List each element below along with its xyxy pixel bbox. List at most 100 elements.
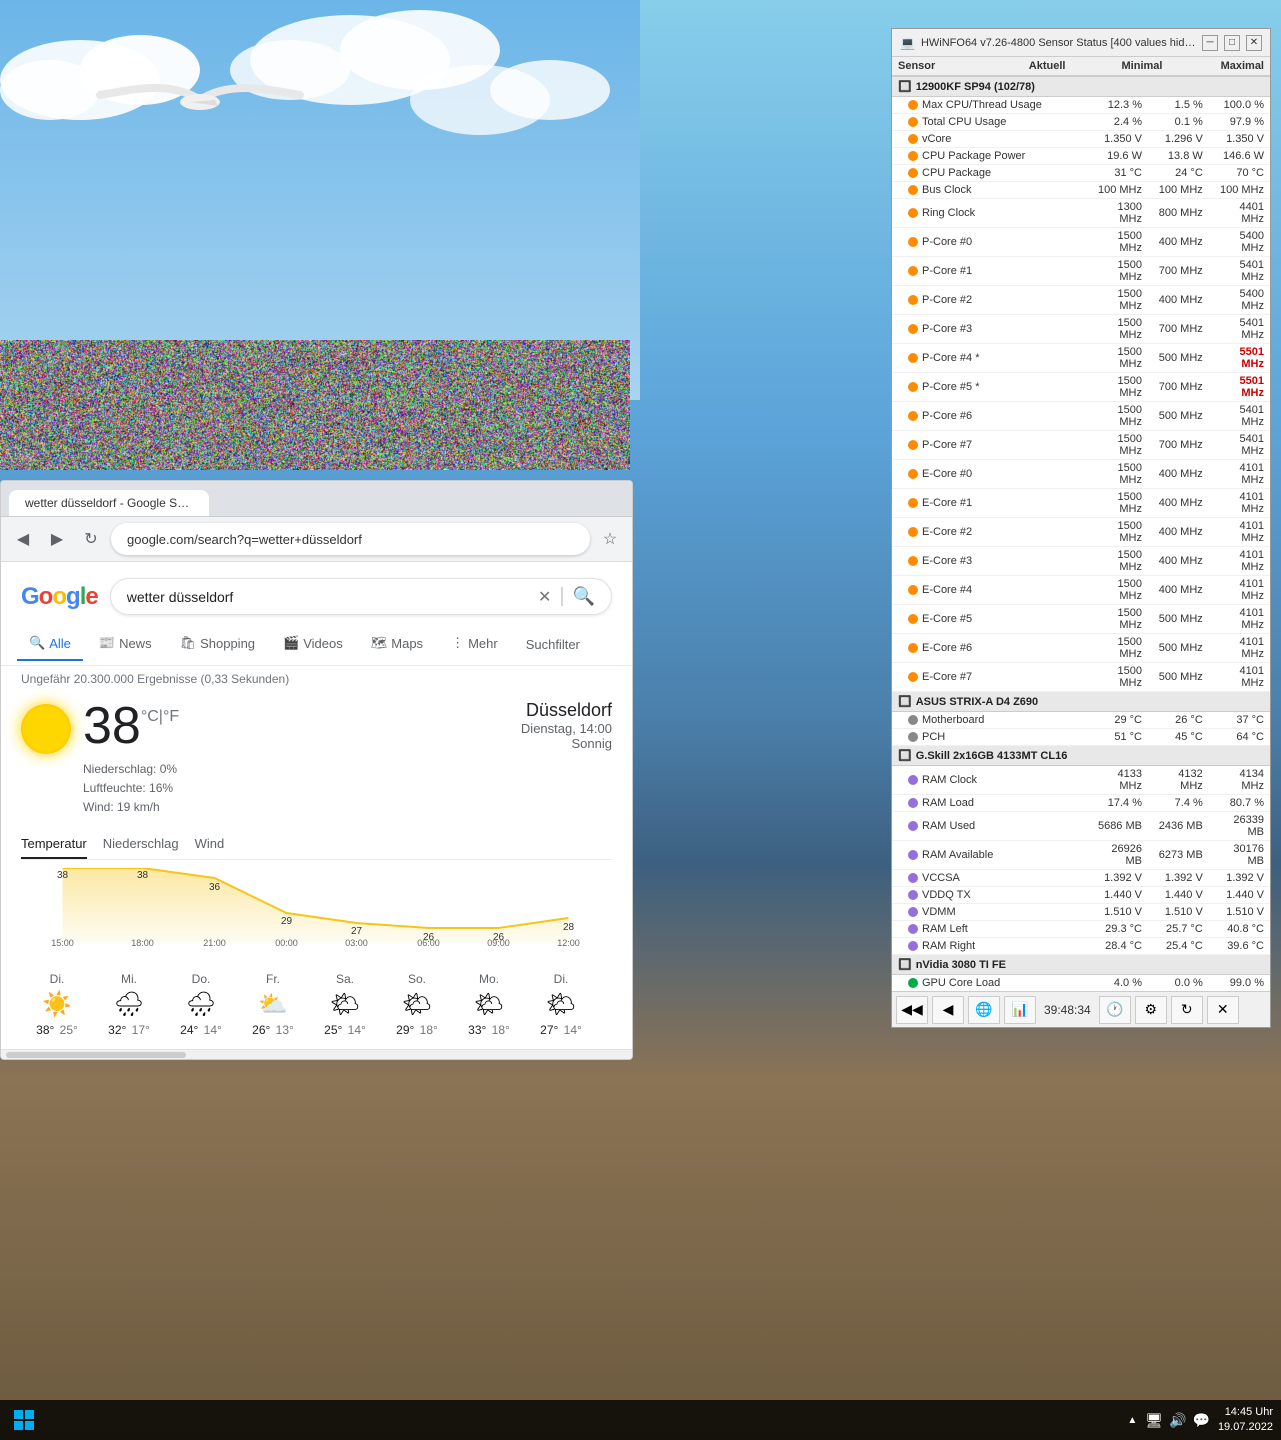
sensor-label: Max CPU/Thread Usage: [922, 99, 1042, 111]
svg-text:00:00: 00:00: [275, 938, 298, 948]
sensor-min: 700 MHz: [1148, 315, 1209, 344]
col-maximal: Maximal: [1168, 57, 1270, 76]
section-name: nVidia 3080 TI FE: [916, 959, 1006, 971]
toolbar-back[interactable]: ◀: [932, 996, 964, 1024]
sensor-min: 700 MHz: [1148, 257, 1209, 286]
forward-button[interactable]: ▶: [43, 525, 71, 553]
sensor-dot-icon: [908, 382, 918, 392]
day-fr: Fr. ⛅ 26° 13°: [237, 968, 309, 1041]
toolbar-chart[interactable]: 📊: [1004, 996, 1036, 1024]
sensor-max: 40.8 °C: [1209, 921, 1270, 938]
notification-icon[interactable]: 💬: [1193, 1412, 1210, 1429]
hwinfo-content[interactable]: 🔲12900KF SP94 (102/78)Max CPU/Thread Usa…: [892, 77, 1270, 991]
filter-shopping[interactable]: 🛍 Shopping: [168, 627, 267, 661]
browser-hscroll-thumb[interactable]: [6, 1052, 186, 1058]
sensor-dot-icon: [908, 775, 918, 785]
close-button[interactable]: ✕: [1246, 35, 1262, 51]
sensor-dot-icon: [908, 614, 918, 624]
sensor-dot-icon: [908, 185, 918, 195]
sensor-dot-icon: [908, 117, 918, 127]
sensor-label: RAM Left: [922, 923, 968, 935]
weather-city: Düsseldorf: [521, 700, 612, 721]
back-button[interactable]: ◀: [9, 525, 37, 553]
sensor-dot-icon: [908, 978, 918, 988]
sensor-current: 1300 MHz: [1087, 199, 1148, 228]
start-button[interactable]: [4, 1400, 44, 1440]
sensor-max: 4101 MHz: [1209, 634, 1270, 663]
filter-videos[interactable]: 🎬 Videos: [271, 627, 355, 661]
sensor-current: 1500 MHz: [1087, 431, 1148, 460]
sensor-min: 4132 MHz: [1148, 766, 1209, 795]
sensor-max: 70 °C: [1209, 165, 1270, 182]
sensor-label: P-Core #4 *: [922, 352, 979, 364]
search-box[interactable]: ✕ | 🔍: [110, 578, 612, 615]
svg-text:18:00: 18:00: [131, 938, 154, 948]
table-row: E-Core #41500 MHz400 MHz4101 MHz: [892, 576, 1270, 605]
weather-tab-niederschlag[interactable]: Niederschlag: [103, 830, 179, 859]
sensor-dot-icon: [908, 527, 918, 537]
filter-videos-label: Videos: [303, 636, 343, 651]
address-bar[interactable]: [111, 523, 590, 555]
sensor-min: 700 MHz: [1148, 373, 1209, 402]
filter-news[interactable]: 📰 News: [87, 627, 164, 661]
refresh-button[interactable]: ↻: [77, 525, 105, 553]
weather-tab-temperatur[interactable]: Temperatur: [21, 830, 87, 859]
section-header-1: 🔲ASUS STRIX-A D4 Z690: [892, 692, 1270, 712]
toolbar-settings[interactable]: ⚙: [1135, 996, 1167, 1024]
search-input[interactable]: [127, 589, 530, 605]
volume-icon[interactable]: 🔊: [1169, 1412, 1186, 1429]
weather-tab-wind[interactable]: Wind: [195, 830, 225, 859]
weather-top: 38 °C|°F Niederschlag: 0% Luftfeuchte: 1…: [21, 700, 612, 818]
sensor-min: 1.392 V: [1148, 870, 1209, 887]
bookmark-button[interactable]: ☆: [596, 525, 624, 553]
sensor-max: 99.0 %: [1209, 975, 1270, 992]
sensor-dot-icon: [908, 440, 918, 450]
taskbar-arrow-icon[interactable]: ▲: [1127, 1415, 1137, 1426]
daily-forecast: Di. ☀️ 38° 25° Mi. 🌧 32° 17° Do. 🌧 24° 1…: [21, 960, 612, 1045]
sensor-min: 800 MHz: [1148, 199, 1209, 228]
sensor-max: 39.6 °C: [1209, 938, 1270, 955]
table-row: P-Core #21500 MHz400 MHz5400 MHz: [892, 286, 1270, 315]
table-row: E-Core #51500 MHz500 MHz4101 MHz: [892, 605, 1270, 634]
toolbar-refresh[interactable]: ↻: [1171, 996, 1203, 1024]
table-row: P-Core #71500 MHz700 MHz5401 MHz: [892, 431, 1270, 460]
minimize-button[interactable]: ─: [1202, 35, 1218, 51]
toolbar-close[interactable]: ✕: [1207, 996, 1239, 1024]
sensor-current: 19.6 W: [1087, 148, 1148, 165]
browser-tabs: wetter düsseldorf - Google Suche: [1, 481, 632, 517]
sensor-label: CPU Package: [922, 167, 991, 179]
search-clear-icon[interactable]: ✕: [538, 587, 551, 607]
search-submit-icon[interactable]: 🔍: [573, 586, 595, 607]
suchfilter-button[interactable]: Suchfilter: [514, 629, 592, 660]
sensor-current: 4133 MHz: [1087, 766, 1148, 795]
filter-mehr[interactable]: ⋮ Mehr: [439, 627, 510, 661]
taskbar-time-area[interactable]: 14:45 Uhr 19.07.2022: [1218, 1405, 1273, 1436]
sensor-max: 4101 MHz: [1209, 547, 1270, 576]
toolbar-net[interactable]: 🌐: [968, 996, 1000, 1024]
browser-hscroll[interactable]: [1, 1049, 632, 1059]
day-do: Do. 🌧 24° 14°: [165, 968, 237, 1041]
browser-tab[interactable]: wetter düsseldorf - Google Suche: [9, 490, 209, 516]
table-row: Motherboard29 °C26 °C37 °C: [892, 712, 1270, 729]
network-icon[interactable]: 🖥: [1145, 1412, 1163, 1429]
filter-alle-label: Alle: [49, 636, 71, 651]
filter-maps[interactable]: 🗺 Maps: [359, 627, 435, 661]
table-row: P-Core #01500 MHz400 MHz5400 MHz: [892, 228, 1270, 257]
sensor-max: 5401 MHz: [1209, 402, 1270, 431]
sensor-max: 4101 MHz: [1209, 489, 1270, 518]
toolbar-back-back[interactable]: ◀◀: [896, 996, 928, 1024]
table-row: P-Core #11500 MHz700 MHz5401 MHz: [892, 257, 1270, 286]
toolbar-clock[interactable]: 🕐: [1099, 996, 1131, 1024]
taskbar-time: 14:45 Uhr: [1218, 1405, 1273, 1420]
filter-alle[interactable]: 🔍 Alle: [17, 627, 83, 661]
sensor-dot-icon: [908, 498, 918, 508]
weather-left: 38 °C|°F Niederschlag: 0% Luftfeuchte: 1…: [21, 700, 179, 818]
sensor-max: 1.392 V: [1209, 870, 1270, 887]
sensor-label: VDMM: [922, 906, 956, 918]
day-sa: Sa. 🌤 25° 14°: [309, 968, 381, 1041]
sensor-dot-icon: [908, 850, 918, 860]
sensor-label: CPU Package Power: [922, 150, 1025, 162]
sensor-max: 5401 MHz: [1209, 315, 1270, 344]
sensor-current: 1500 MHz: [1087, 547, 1148, 576]
restore-button[interactable]: □: [1224, 35, 1240, 51]
